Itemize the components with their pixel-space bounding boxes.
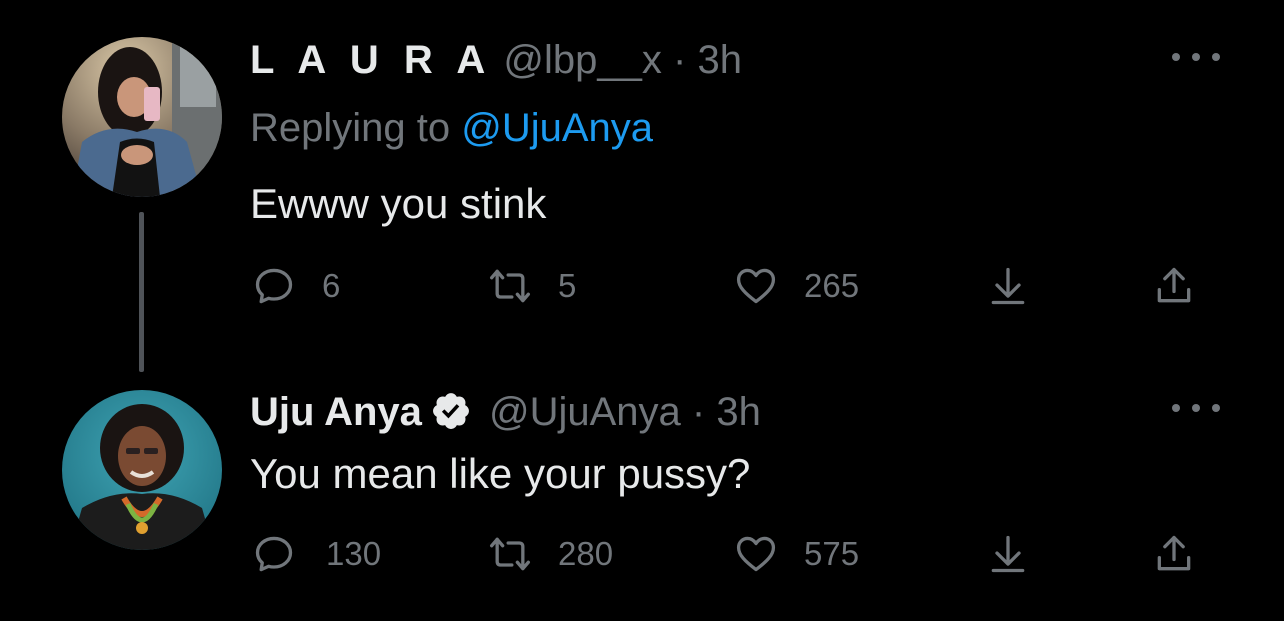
user-handle[interactable]: @lbp__x bbox=[503, 38, 661, 82]
download-button[interactable] bbox=[986, 256, 1030, 316]
reply-button[interactable]: 130 bbox=[252, 524, 381, 584]
separator-dot: · bbox=[673, 38, 687, 82]
avatar-laura[interactable] bbox=[62, 37, 222, 197]
tweet-actions: 6 5 265 bbox=[0, 256, 1284, 316]
more-icon[interactable] bbox=[1172, 47, 1220, 67]
download-icon bbox=[991, 267, 1025, 305]
reply-icon bbox=[255, 268, 293, 304]
share-icon bbox=[1157, 535, 1191, 571]
like-button[interactable]: 575 bbox=[734, 524, 859, 584]
heart-icon bbox=[736, 536, 776, 572]
replying-to-label: Replying to bbox=[250, 106, 451, 150]
tweet-thread: L A U R A @lbp__x · 3h Replying to @UjuA… bbox=[0, 0, 1284, 621]
retweet-icon bbox=[490, 269, 530, 303]
retweet-icon bbox=[490, 537, 530, 571]
verified-badge-icon bbox=[432, 393, 469, 429]
like-count: 265 bbox=[804, 267, 860, 304]
reply-count: 6 bbox=[322, 267, 341, 304]
like-count: 575 bbox=[804, 535, 860, 572]
reply-icon bbox=[255, 536, 293, 572]
reply-button[interactable]: 6 bbox=[252, 256, 340, 316]
share-icon bbox=[1157, 267, 1191, 303]
like-button[interactable]: 265 bbox=[734, 256, 859, 316]
share-button[interactable] bbox=[1152, 256, 1196, 316]
reply-count: 130 bbox=[326, 535, 382, 572]
more-icon[interactable] bbox=[1172, 398, 1220, 418]
retweet-count: 280 bbox=[558, 535, 614, 572]
tweet-actions: 130 280 575 bbox=[0, 524, 1284, 584]
download-icon bbox=[991, 535, 1025, 573]
heart-icon bbox=[736, 268, 776, 304]
timestamp[interactable]: 3h bbox=[716, 390, 761, 434]
retweet-button[interactable]: 280 bbox=[488, 524, 613, 584]
retweet-count: 5 bbox=[558, 267, 577, 304]
tweet-text: You mean like your pussy? bbox=[250, 450, 751, 497]
tweet-uju-anya[interactable]: Uju Anya @UjuAnya · 3h You mean like you… bbox=[0, 370, 1284, 621]
tweet-header: L A U R A @lbp__x · 3h bbox=[250, 36, 742, 84]
mention-link[interactable]: @UjuAnya bbox=[461, 106, 653, 150]
tweet-header: Uju Anya @UjuAnya · 3h bbox=[250, 388, 761, 436]
tweet-text: Ewww you stink bbox=[250, 180, 547, 227]
share-button[interactable] bbox=[1152, 524, 1196, 584]
display-name[interactable]: L A U R A bbox=[250, 38, 492, 82]
retweet-button[interactable]: 5 bbox=[488, 256, 576, 316]
display-name[interactable]: Uju Anya bbox=[250, 390, 422, 434]
download-button[interactable] bbox=[986, 524, 1030, 584]
timestamp[interactable]: 3h bbox=[697, 38, 742, 82]
user-handle[interactable]: @UjuAnya bbox=[489, 390, 681, 434]
replying-to-line: Replying to @UjuAnya bbox=[250, 104, 653, 152]
separator-dot: · bbox=[691, 390, 706, 434]
tweet-laura[interactable]: L A U R A @lbp__x · 3h Replying to @UjuA… bbox=[0, 0, 1284, 372]
